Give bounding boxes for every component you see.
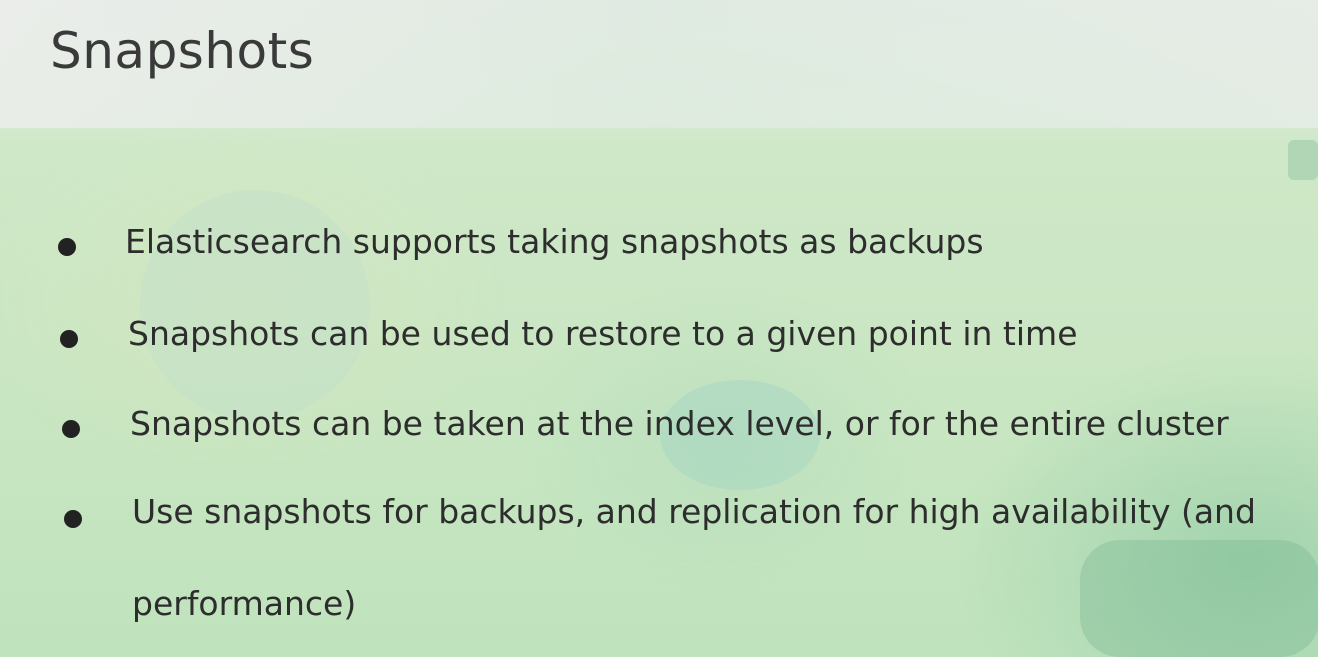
bullet-text: Snapshots can be taken at the index leve… xyxy=(130,404,1229,443)
decorative-shape xyxy=(1288,140,1318,180)
bullet-dot-icon xyxy=(58,238,76,256)
slide-title: Snapshots xyxy=(50,22,315,80)
bullet-dot-icon xyxy=(62,420,80,438)
bullet-dot-icon xyxy=(64,510,82,528)
bullet-text: Snapshots can be used to restore to a gi… xyxy=(128,314,1078,353)
bullet-dot-icon xyxy=(60,330,78,348)
bullet-text: Elasticsearch supports taking snapshots … xyxy=(125,222,984,261)
bullet-text: Use snapshots for backups, and replicati… xyxy=(132,492,1256,623)
